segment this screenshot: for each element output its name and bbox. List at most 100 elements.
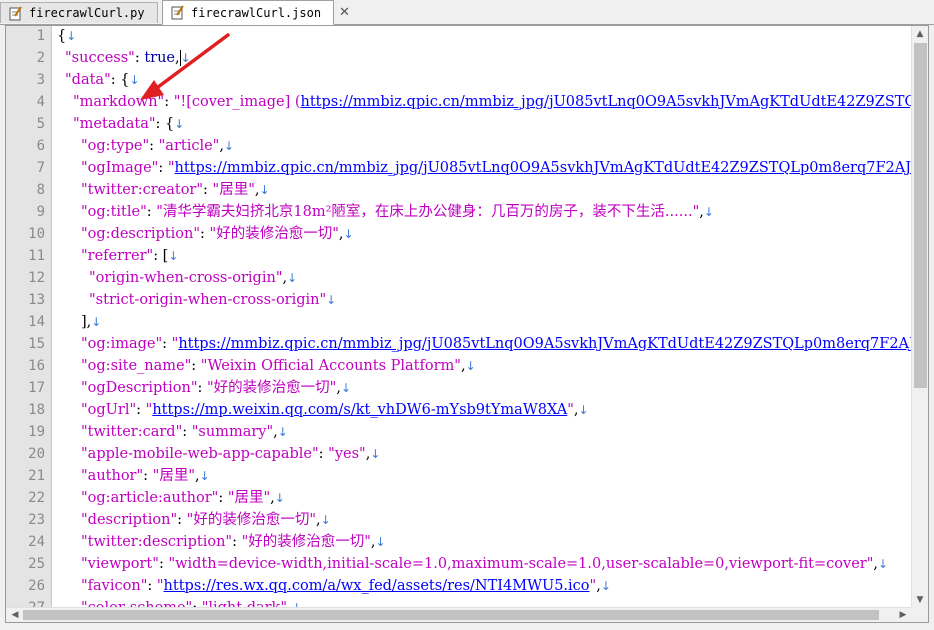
json-key: "og:title" [81,204,147,220]
eol-arrow-icon: ↓ [320,513,331,527]
code-text: "viewport": "width=device-width,initial-… [81,553,888,575]
json-key: "favicon" [81,578,148,594]
eol-arrow-icon: ↓ [223,139,235,153]
code-line[interactable]: 17 "ogDescription": "好的装修治愈一切",↓ [6,377,912,399]
json-key: "data" [65,72,111,88]
json-key: "ogImage" [81,160,159,176]
line-number: 16 [28,358,45,374]
tab-label: firecrawlCurl.py [29,6,145,20]
code-line[interactable]: 1 {↓ [6,26,912,47]
code-line[interactable]: 13 "strict-origin-when-cross-origin"↓ [6,289,912,311]
code-line[interactable]: 2 "success": true,↓ [6,47,912,69]
code-line[interactable]: 5 "metadata": {↓ [6,113,912,135]
code-line[interactable]: 12 "origin-when-cross-origin",↓ [6,267,912,289]
line-number: 23 [28,512,45,528]
json-key: "twitter:description" [81,534,233,550]
close-tab-icon[interactable]: ✕ [339,5,350,20]
line-number: 18 [28,402,45,418]
eol-arrow-icon: ↓ [340,381,352,395]
line-number: 4 [36,94,45,110]
code-line[interactable]: 14],↓ [6,311,912,333]
line-number: 1 [36,28,45,44]
line-number: 7 [36,160,45,176]
code-line[interactable]: 25 "viewport": "width=device-width,initia… [6,553,912,575]
url-link[interactable]: https://mmbiz.qpic.cn/mmbiz_jpg/jU085vtL… [175,160,912,176]
json-string: "好的装修治愈一切" [241,534,371,550]
json-string: "origin-when-cross-origin" [89,270,283,286]
code-text: "author": "居里",↓ [81,465,210,487]
scroll-down-icon[interactable]: ▼ [912,593,928,608]
json-string: "居里" [212,182,255,198]
json-string: "清华学霸夫妇挤北京18m²陋室，在床上办公健身：几百万的房子，装不下生活...… [156,204,700,220]
code-line[interactable]: 10 "og:description": "好的装修治愈一切",↓ [6,223,912,245]
eol-arrow-icon: ↓ [168,249,179,263]
code-text: "success": true,↓ [65,47,191,69]
code-text: "twitter:card": "summary",↓ [81,421,288,443]
punctuation: : [203,182,213,198]
line-number: 26 [28,578,45,594]
punctuation: : [318,446,329,462]
punctuation: : [134,50,145,66]
scroll-right-icon[interactable]: ▶ [895,608,911,622]
eol-arrow-icon: ↓ [578,403,589,417]
tab-firecrawlcurl-json[interactable]: firecrawlCurl.json ✕ [162,0,350,25]
code-line[interactable]: 16 "og:site_name": "Weixin Official Accou… [6,355,912,377]
vertical-scrollbar[interactable]: ▲ ▼ [911,26,928,609]
scroll-up-icon[interactable]: ▲ [912,27,928,42]
code-text: "ogDescription": "好的装修治愈一切",↓ [81,377,351,399]
eol-arrow-icon: ↓ [66,29,77,43]
eol-arrow-icon: ↓ [877,557,889,571]
code-line[interactable]: 7 "ogImage": "https://mmbiz.qpic.cn/mmbiz… [6,157,912,179]
scroll-left-icon[interactable]: ◀ [7,608,23,622]
eol-arrow-icon: ↓ [375,535,386,549]
vertical-scroll-thumb[interactable] [914,43,927,388]
horizontal-scroll-thumb[interactable] [23,610,879,620]
line-number: 20 [28,446,45,462]
code-line[interactable]: 24 "twitter:description": "好的装修治愈一切",↓ [6,531,912,553]
json-key: "viewport" [81,556,159,572]
punctuation: : [182,424,192,440]
code-line[interactable]: 20 "apple-mobile-web-app-capable": "yes",… [6,443,912,465]
code-line[interactable]: 18 "ogUrl": "https://mp.weixin.qq.com/s/k… [6,399,912,421]
json-key: "apple-mobile-web-app-capable" [81,446,319,462]
text-editor[interactable]: 1 {↓ 2 "success": true,↓ 3 "data": {↓ 4 "markdo… [5,25,929,623]
line-number: 19 [28,424,45,440]
code-line[interactable]: 4 "markdown": "![cover_image] (https://mm… [6,91,912,113]
code-area[interactable]: 1 {↓ 2 "success": true,↓ 3 "data": {↓ 4 "markdo… [6,26,912,609]
json-key: "og:image" [81,336,163,352]
code-text: "markdown": "![cover_image] (https://mmb… [73,91,912,113]
punctuation: : [191,358,201,374]
punctuation: : { [155,116,175,132]
code-line[interactable]: 3 "data": {↓ [6,69,912,91]
code-line[interactable]: 26 "favicon": "https://res.wx.qq.com/a/wx… [6,575,912,597]
code-line[interactable]: 23 "description": "好的装修治愈一切",↓ [6,509,912,531]
punctuation: : [232,534,242,550]
code-line[interactable]: 6 "og:type": "article",↓ [6,135,912,157]
tab-firecrawlcurl-py[interactable]: firecrawlCurl.py [0,2,158,23]
url-link[interactable]: https://mmbiz.qpic.cn/mmbiz_jpg/jU085vtL… [301,94,913,110]
code-text: "ogImage": "https://mmbiz.qpic.cn/mmbiz_… [81,157,912,179]
code-line[interactable]: 19 "twitter:card": "summary",↓ [6,421,912,443]
code-text: "twitter:creator": "居里",↓ [81,179,270,201]
eol-arrow-icon: ↓ [174,117,185,131]
punctuation: : [162,336,172,352]
code-text: "description": "好的装修治愈一切",↓ [81,509,331,531]
code-line[interactable]: 11 "referrer": [↓ [6,245,912,267]
code-line[interactable]: 9 "og:title": "清华学霸夫妇挤北京18m²陋室，在床上办公健身：几百… [6,201,912,223]
url-link[interactable]: https://mp.weixin.qq.com/s/kt_vhDW6-mYsb… [152,402,567,418]
json-key: "og:type" [81,138,150,154]
json-string: "好的装修治愈一切" [209,226,339,242]
code-text: {↓ [57,26,76,47]
punctuation: : [200,226,210,242]
horizontal-scrollbar[interactable]: ◀ ▶ [6,607,912,622]
code-line[interactable]: 8 "twitter:creator": "居里",↓ [6,179,912,201]
url-link[interactable]: https://mmbiz.qpic.cn/mmbiz_jpg/jU085vtL… [178,336,912,352]
code-text: "og:article:author": "居里",↓ [81,487,285,509]
punctuation: : [149,138,159,154]
code-line[interactable]: 22 "og:article:author": "居里",↓ [6,487,912,509]
code-line[interactable]: 21 "author": "居里",↓ [6,465,912,487]
json-string: "yes" [328,446,366,462]
url-link[interactable]: https://res.wx.qq.com/a/wx_fed/assets/re… [164,578,590,594]
line-number: 25 [28,556,45,572]
code-line[interactable]: 15 "og:image": "https://mmbiz.qpic.cn/mmb… [6,333,912,355]
